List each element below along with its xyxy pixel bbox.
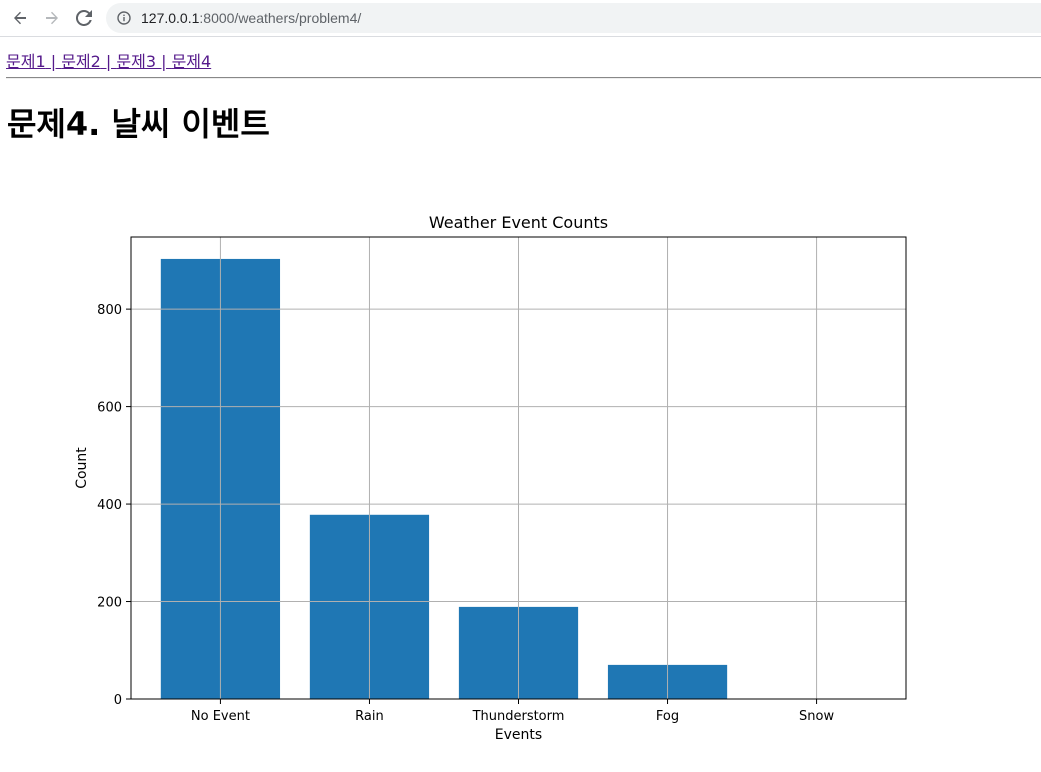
x-tick-label: Fog [656,709,679,724]
y-tick-label: 400 [97,498,122,513]
y-axis-label: Count [74,447,90,489]
y-tick-label: 600 [97,401,122,416]
y-tick-label: 800 [97,303,122,318]
x-tick-label: Thunderstorm [472,709,565,724]
chart-title: Weather Event Counts [429,213,608,232]
weather-event-chart: Weather Event Counts No Event Rain Thunder… [74,213,907,743]
y-tick-label: 0 [114,693,122,708]
x-tick-label: No Event [191,709,250,724]
x-tick-label: Snow [799,709,834,724]
x-axis-label: Events [495,727,542,743]
y-tick-label: 200 [97,596,122,611]
x-tick-label: Rain [355,709,384,724]
